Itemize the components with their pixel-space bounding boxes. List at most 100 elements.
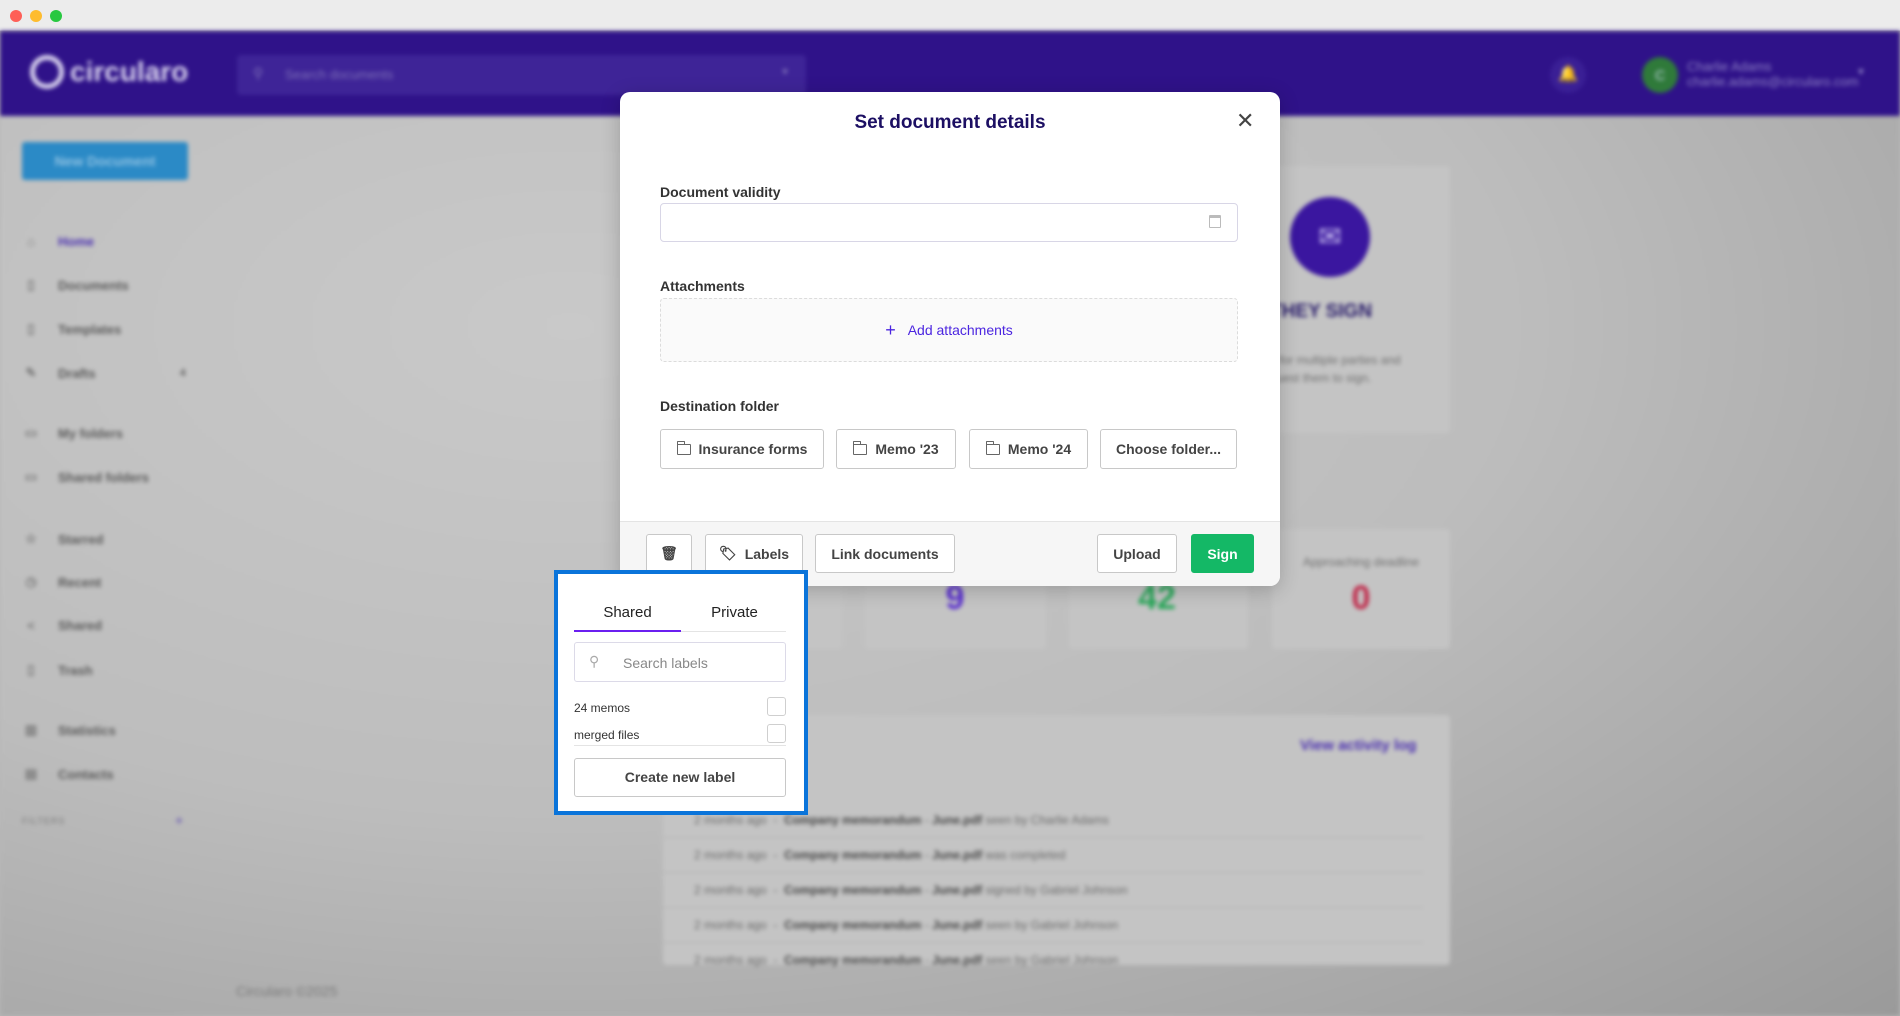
label-checkbox[interactable] — [767, 724, 786, 743]
sidebar-item-starred[interactable]: ☆ Starred — [22, 531, 103, 547]
card-description: s for multiple parties and quest them to … — [1270, 351, 1401, 387]
logo-icon — [30, 55, 64, 89]
folder-button-memo-24[interactable]: Memo '24 — [969, 429, 1088, 469]
label-item[interactable]: merged files — [574, 724, 786, 743]
plus-icon: + — [885, 320, 896, 340]
sidebar-item-contacts[interactable]: ▤ Contacts — [22, 766, 114, 782]
trash-icon: ▯ — [27, 662, 35, 677]
divider — [663, 837, 1423, 838]
document-validity-input[interactable] — [660, 203, 1238, 242]
sidebar-item-label: Trash — [58, 662, 93, 678]
sidebar-item-my-folders[interactable]: ▭ My folders — [22, 425, 123, 441]
sidebar-item-shared-folders[interactable]: ▭ Shared folders — [22, 469, 149, 485]
activity-document[interactable]: Company memorandum — [784, 953, 921, 967]
set-document-details-dialog: Set document details ✕ Document validity… — [620, 92, 1280, 586]
folder-icon — [853, 440, 868, 455]
search-labels-placeholder: Search labels — [623, 655, 708, 671]
sign-button[interactable]: Sign — [1191, 534, 1254, 573]
maximize-window-button[interactable] — [50, 10, 62, 22]
card-title: THEY SIGN — [1270, 301, 1373, 322]
activity-time: 2 months ago — [694, 918, 767, 932]
sidebar-item-drafts[interactable]: ✎ Drafts 4 — [22, 365, 186, 381]
activity-file[interactable]: June.pdf — [932, 813, 982, 827]
sidebar-item-label: Home — [58, 234, 95, 249]
activity-document[interactable]: Company memorandum — [784, 883, 921, 897]
close-icon[interactable]: ✕ — [1236, 110, 1254, 132]
search-icon: ⚲ — [253, 65, 264, 81]
search-documents-input[interactable]: ⚲ Search documents ▼ — [237, 55, 806, 95]
sidebar-item-statistics[interactable]: ▥ Statistics — [22, 722, 116, 738]
minimize-window-button[interactable] — [30, 10, 42, 22]
sidebar-item-recent[interactable]: ◷ Recent — [22, 574, 101, 590]
sidebar-item-shared[interactable]: < Shared — [22, 618, 102, 633]
divider — [663, 942, 1423, 943]
avatar[interactable]: C — [1642, 57, 1678, 93]
sidebar-item-trash[interactable]: ▯ Trash — [22, 662, 93, 678]
label-name: merged files — [574, 728, 640, 742]
activity-action: seen by Gabriel Johnson — [985, 918, 1119, 932]
activity-file[interactable]: June.pdf — [932, 883, 982, 897]
add-attachments-dropzone[interactable]: + Add attachments — [660, 298, 1238, 362]
user-email: charlie.adams@circularo.com — [1687, 74, 1859, 89]
sidebar-item-label: My folders — [58, 425, 124, 441]
activity-action: was completed — [985, 848, 1066, 862]
search-placeholder: Search documents — [285, 67, 394, 82]
activity-row: 2 months ago - Company memorandum - June… — [694, 953, 1119, 967]
labels-button-label: Labels — [744, 545, 790, 562]
activity-document[interactable]: Company memorandum — [784, 813, 921, 827]
sidebar-item-templates[interactable]: ▯ Templates — [22, 321, 121, 337]
activity-row: 2 months ago - Company memorandum - June… — [694, 813, 1109, 827]
folder-button-memo-23[interactable]: Memo '23 — [836, 429, 956, 469]
active-tab-indicator — [574, 630, 681, 632]
sidebar-item-home[interactable]: ⌂ Home — [22, 234, 94, 249]
create-new-label-button[interactable]: Create new label — [574, 758, 786, 797]
tab-shared[interactable]: Shared — [574, 604, 681, 621]
folder-icon — [985, 440, 1000, 455]
activity-time: 2 months ago — [694, 953, 767, 967]
contacts-icon: ▤ — [24, 766, 38, 781]
add-filter-icon[interactable]: + — [175, 812, 183, 828]
labels-button[interactable]: 🏷 Labels — [705, 534, 803, 573]
activity-time: 2 months ago — [694, 848, 767, 862]
chevron-down-icon[interactable]: ▼ — [780, 67, 790, 78]
bell-icon[interactable]: 🔔 — [1550, 57, 1586, 93]
new-document-button[interactable]: New Document — [22, 142, 188, 180]
activity-row: 2 months ago - Company memorandum - June… — [694, 918, 1119, 932]
chevron-down-icon[interactable]: ▼ — [1856, 67, 1866, 78]
link-documents-button[interactable]: Link documents — [815, 534, 955, 573]
folder-label: Memo '24 — [1007, 441, 1072, 457]
calendar-icon[interactable] — [1209, 215, 1221, 228]
search-icon: ⚲ — [589, 653, 600, 669]
user-info[interactable]: Charlie Adams charlie.adams@circularo.com — [1687, 59, 1858, 89]
sidebar-item-label: Drafts — [58, 365, 96, 381]
choose-folder-button[interactable]: Choose folder... — [1100, 429, 1237, 469]
upload-button[interactable]: Upload — [1097, 534, 1177, 573]
label-checkbox[interactable] — [767, 697, 786, 716]
add-attachments-link[interactable]: Add attachments — [908, 322, 1013, 338]
activity-document[interactable]: Company memorandum — [784, 848, 921, 862]
user-name: Charlie Adams — [1687, 59, 1772, 74]
folder-button-insurance-forms[interactable]: Insurance forms — [660, 429, 824, 469]
search-labels-input[interactable]: ⚲ Search labels — [574, 642, 786, 682]
activity-file[interactable]: June.pdf — [932, 918, 982, 932]
sidebar-item-label: Statistics — [58, 722, 116, 738]
activity-document[interactable]: Company memorandum — [784, 918, 921, 932]
view-activity-log-link[interactable]: View activity log — [1300, 737, 1416, 754]
destination-folder-label: Destination folder — [660, 398, 780, 414]
footer-copyright: Circularo ©2025 — [236, 983, 338, 999]
label-item[interactable]: 24 memos — [574, 697, 786, 716]
edit-icon: ✎ — [25, 365, 37, 380]
clock-icon: ◷ — [25, 574, 37, 589]
activity-action: seen by Charlie Adams — [985, 813, 1109, 827]
activity-file[interactable]: June.pdf — [932, 953, 982, 967]
close-window-button[interactable] — [10, 10, 22, 22]
home-icon: ⌂ — [27, 234, 35, 249]
tab-private[interactable]: Private — [681, 604, 788, 621]
envelope-sign-icon: ✉ — [1290, 197, 1370, 277]
activity-file[interactable]: June.pdf — [932, 848, 982, 862]
sidebar-item-documents[interactable]: ▯ Documents — [22, 277, 128, 293]
drafts-count: 4 — [180, 367, 186, 379]
delete-button[interactable]: 🗑 — [646, 534, 692, 573]
logo[interactable]: circularo — [30, 55, 188, 89]
share-icon: < — [27, 618, 35, 633]
